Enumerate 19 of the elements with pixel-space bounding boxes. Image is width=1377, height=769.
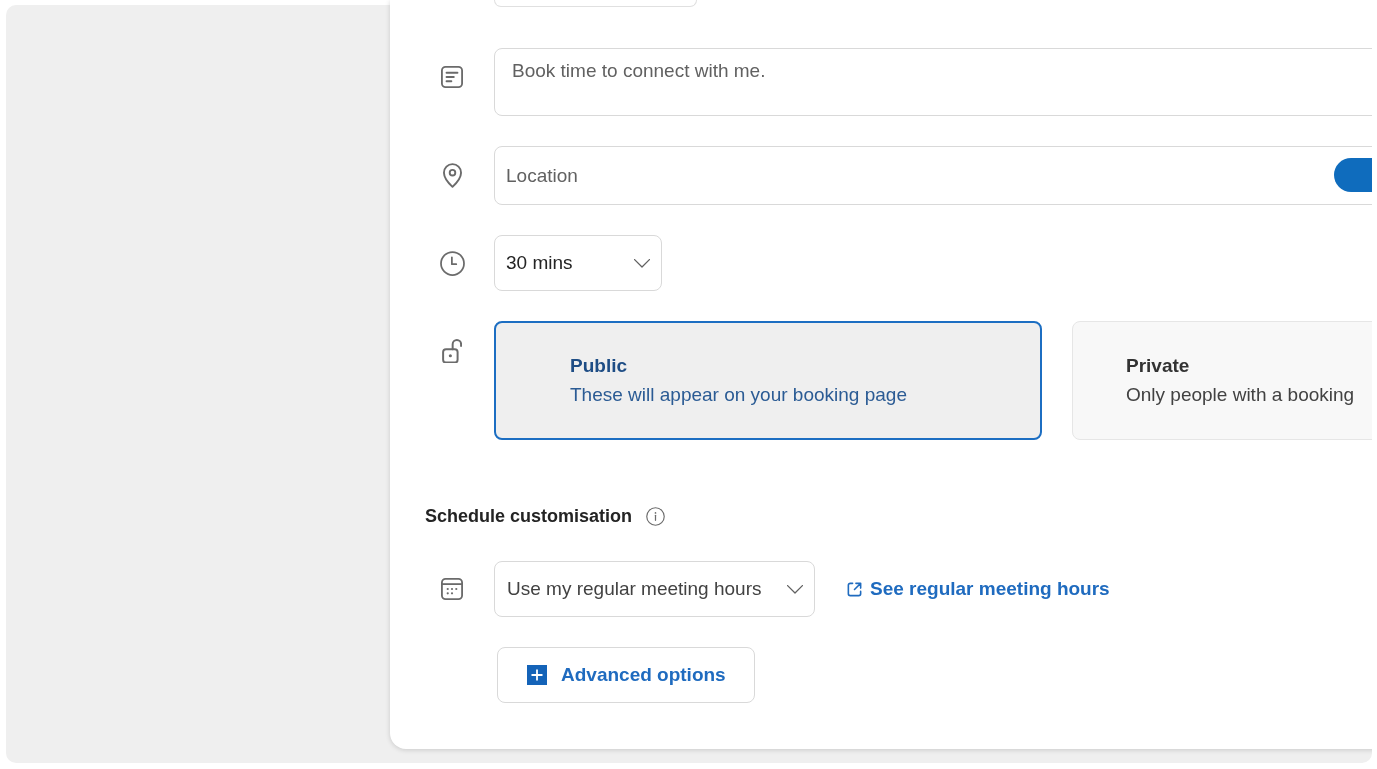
location-field[interactable]: Location <box>494 146 1372 205</box>
text-lines-icon <box>441 66 463 88</box>
calendar-icon <box>441 578 463 600</box>
advanced-options-button[interactable]: Advanced options <box>497 647 755 703</box>
availability-dropdown[interactable]: Use my regular meeting hours <box>494 561 815 617</box>
open-padlock-icon <box>442 338 462 363</box>
info-icon[interactable] <box>646 506 666 526</box>
location-pin-icon <box>442 163 462 188</box>
chevron-down-icon <box>634 258 650 268</box>
see-hours-link[interactable]: See regular meeting hours <box>846 578 1110 600</box>
duration-dropdown[interactable]: 30 mins <box>494 235 662 291</box>
external-link-icon <box>846 580 863 598</box>
section-heading: Schedule customisation <box>425 505 633 528</box>
visibility-option[interactable]: Public These will appear on your booking page <box>494 321 1042 440</box>
description-field[interactable]: Book time to connect with me. <box>494 48 1372 116</box>
visibility-option[interactable]: Private Only people with a booking <box>1072 321 1372 440</box>
chevron-down-icon <box>787 584 803 594</box>
clock-icon <box>439 250 465 276</box>
plus-icon <box>527 665 547 685</box>
